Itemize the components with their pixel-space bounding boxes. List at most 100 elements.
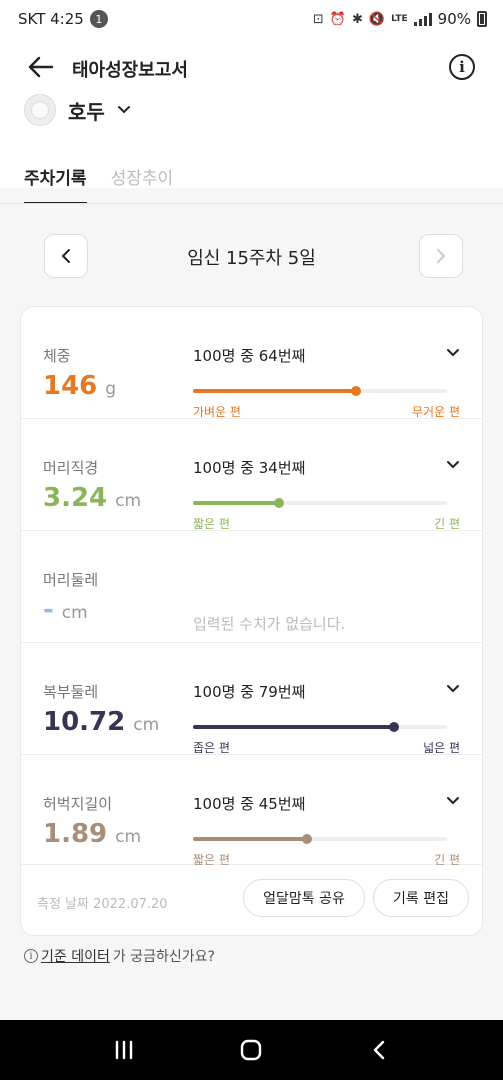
mute-icon: 🔇 <box>368 11 386 27</box>
measurement-value-line: 1.89 cm <box>43 819 141 849</box>
signal-icon <box>413 12 432 26</box>
help-text: 가 궁금하신가요? <box>112 949 215 965</box>
percentile-marker <box>350 386 361 396</box>
recent-apps-button[interactable] <box>94 1030 154 1070</box>
measurement-row-thigh-length: 허벅지길이 1.89 cm 100명 중 45번째 짧은 편 긴 편 <box>21 755 482 867</box>
measurement-card: 체중 146 g 100명 중 64번째 가벼운 편 무거운 편 머리직경 3.… <box>20 306 483 936</box>
system-back-button[interactable] <box>349 1030 409 1070</box>
week-navigator: 임신 15주차 5일 <box>0 234 503 278</box>
network-type: LTE <box>391 14 408 24</box>
chevron-down-icon <box>117 106 130 114</box>
measurement-label: 머리직경 <box>43 459 99 477</box>
alarm-icon: ⏰ <box>329 11 347 27</box>
measurement-label: 허벅지길이 <box>43 795 113 813</box>
edit-record-button[interactable]: 기록 편집 <box>373 879 469 917</box>
percentile-fill <box>193 837 308 841</box>
status-left: SKT 4:25 1 <box>18 10 108 28</box>
expand-button[interactable] <box>446 455 460 474</box>
home-button[interactable] <box>221 1030 281 1070</box>
percentile-track <box>193 722 447 732</box>
measurement-value: - <box>43 595 54 625</box>
chevron-down-icon <box>447 461 459 469</box>
system-nav-bar <box>0 1020 503 1080</box>
back-button[interactable] <box>22 52 58 82</box>
recent-apps-icon <box>115 1040 133 1060</box>
percentile-marker <box>302 834 313 844</box>
info-icon: i <box>459 58 465 76</box>
measurement-row-head-diameter: 머리직경 3.24 cm 100명 중 34번째 짧은 편 긴 편 <box>21 419 482 531</box>
rank-text: 100명 중 34번째 <box>193 459 306 477</box>
bluetooth-icon: ✱ <box>352 11 363 27</box>
percentile-track <box>193 386 447 396</box>
info-icon: i <box>24 949 38 963</box>
rank-text: 100명 중 79번째 <box>193 683 306 701</box>
measurement-value: 1.89 <box>43 819 108 849</box>
app-header: 태아성장보고서 i 호두 주차기록 성장추이 <box>0 38 503 204</box>
chevron-right-icon <box>437 249 445 263</box>
rank-text: 100명 중 64번째 <box>193 347 306 365</box>
range-low-label: 가벼운 편 <box>193 405 241 419</box>
battery-percent: 90% <box>437 10 471 28</box>
measurement-unit: cm <box>61 603 88 623</box>
chevron-down-icon <box>447 349 459 357</box>
chevron-down-icon <box>447 797 459 805</box>
notification-count-badge: 1 <box>89 10 108 28</box>
measurement-unit: g <box>105 379 117 399</box>
measurement-unit: cm <box>115 491 142 511</box>
tab-bar: 주차기록 성장추이 <box>24 164 173 204</box>
percentile-marker <box>388 722 399 732</box>
measurement-value: 10.72 <box>43 707 126 737</box>
back-icon <box>373 1040 385 1060</box>
percentile-track <box>193 834 447 844</box>
measurement-unit: cm <box>133 715 160 735</box>
measurement-value-line: 3.24 cm <box>43 483 141 513</box>
help-line: i 기준 데이터 가 궁금하신가요? <box>24 946 215 966</box>
rank-text: 100명 중 45번째 <box>193 795 306 813</box>
range-high-label: 넓은 편 <box>423 741 460 755</box>
tabs-divider <box>0 203 503 204</box>
percentile-track <box>193 498 447 508</box>
avatar <box>24 94 56 126</box>
profile-name: 호두 <box>68 99 105 124</box>
measurement-value-line: - cm <box>43 595 88 625</box>
percentile-fill <box>193 725 394 729</box>
expand-button[interactable] <box>446 679 460 698</box>
info-button[interactable]: i <box>449 54 475 80</box>
measurement-label: 복부둘레 <box>43 683 99 701</box>
arrow-left-icon <box>28 56 54 78</box>
next-week-button[interactable] <box>419 234 463 278</box>
expand-button[interactable] <box>446 791 460 810</box>
profile-selector[interactable]: 호두 <box>24 94 131 126</box>
battery-icon <box>477 11 487 27</box>
empty-message: 입력된 수치가 없습니다. <box>193 615 346 633</box>
home-icon <box>241 1039 262 1061</box>
measurement-row-head-circumference: 머리둘레 - cm 입력된 수치가 없습니다. <box>21 531 482 643</box>
measurement-label: 머리둘레 <box>43 571 99 589</box>
percentile-fill <box>193 389 356 393</box>
measurement-value-line: 10.72 cm <box>43 707 159 737</box>
page-title: 태아성장보고서 <box>72 60 188 81</box>
measurement-value: 146 <box>43 371 98 401</box>
screenshot-icon: ⊡ <box>312 11 324 27</box>
measurement-value: 3.24 <box>43 483 108 513</box>
range-low-label: 짧은 편 <box>193 517 230 531</box>
share-button[interactable]: 얼달맘톡 공유 <box>243 879 365 917</box>
chevron-down-icon <box>447 685 459 693</box>
range-high-label: 무거운 편 <box>412 405 460 419</box>
measure-date: 측정 날짜 2022.07.20 <box>37 897 168 912</box>
tab-weekly-record[interactable]: 주차기록 <box>24 164 87 204</box>
percentile-fill <box>193 501 280 505</box>
measurement-row-abdominal-circumference: 복부둘레 10.72 cm 100명 중 79번째 좁은 편 넓은 편 <box>21 643 482 755</box>
measurement-unit: cm <box>115 827 142 847</box>
reference-data-link[interactable]: 기준 데이터 <box>41 946 110 966</box>
percentile-marker <box>274 498 285 508</box>
measurement-value-line: 146 g <box>43 371 116 401</box>
measurement-row-weight: 체중 146 g 100명 중 64번째 가벼운 편 무거운 편 <box>21 307 482 419</box>
carrier-time: SKT 4:25 <box>18 10 84 28</box>
tab-growth-trend[interactable]: 성장추이 <box>111 164 174 204</box>
range-low-label: 좁은 편 <box>193 741 230 755</box>
expand-button[interactable] <box>446 343 460 362</box>
status-right: ⊡ ⏰ ✱ 🔇 LTE 90% <box>313 10 487 28</box>
range-high-label: 긴 편 <box>434 517 460 531</box>
status-bar: SKT 4:25 1 ⊡ ⏰ ✱ 🔇 LTE 90% <box>0 0 503 38</box>
